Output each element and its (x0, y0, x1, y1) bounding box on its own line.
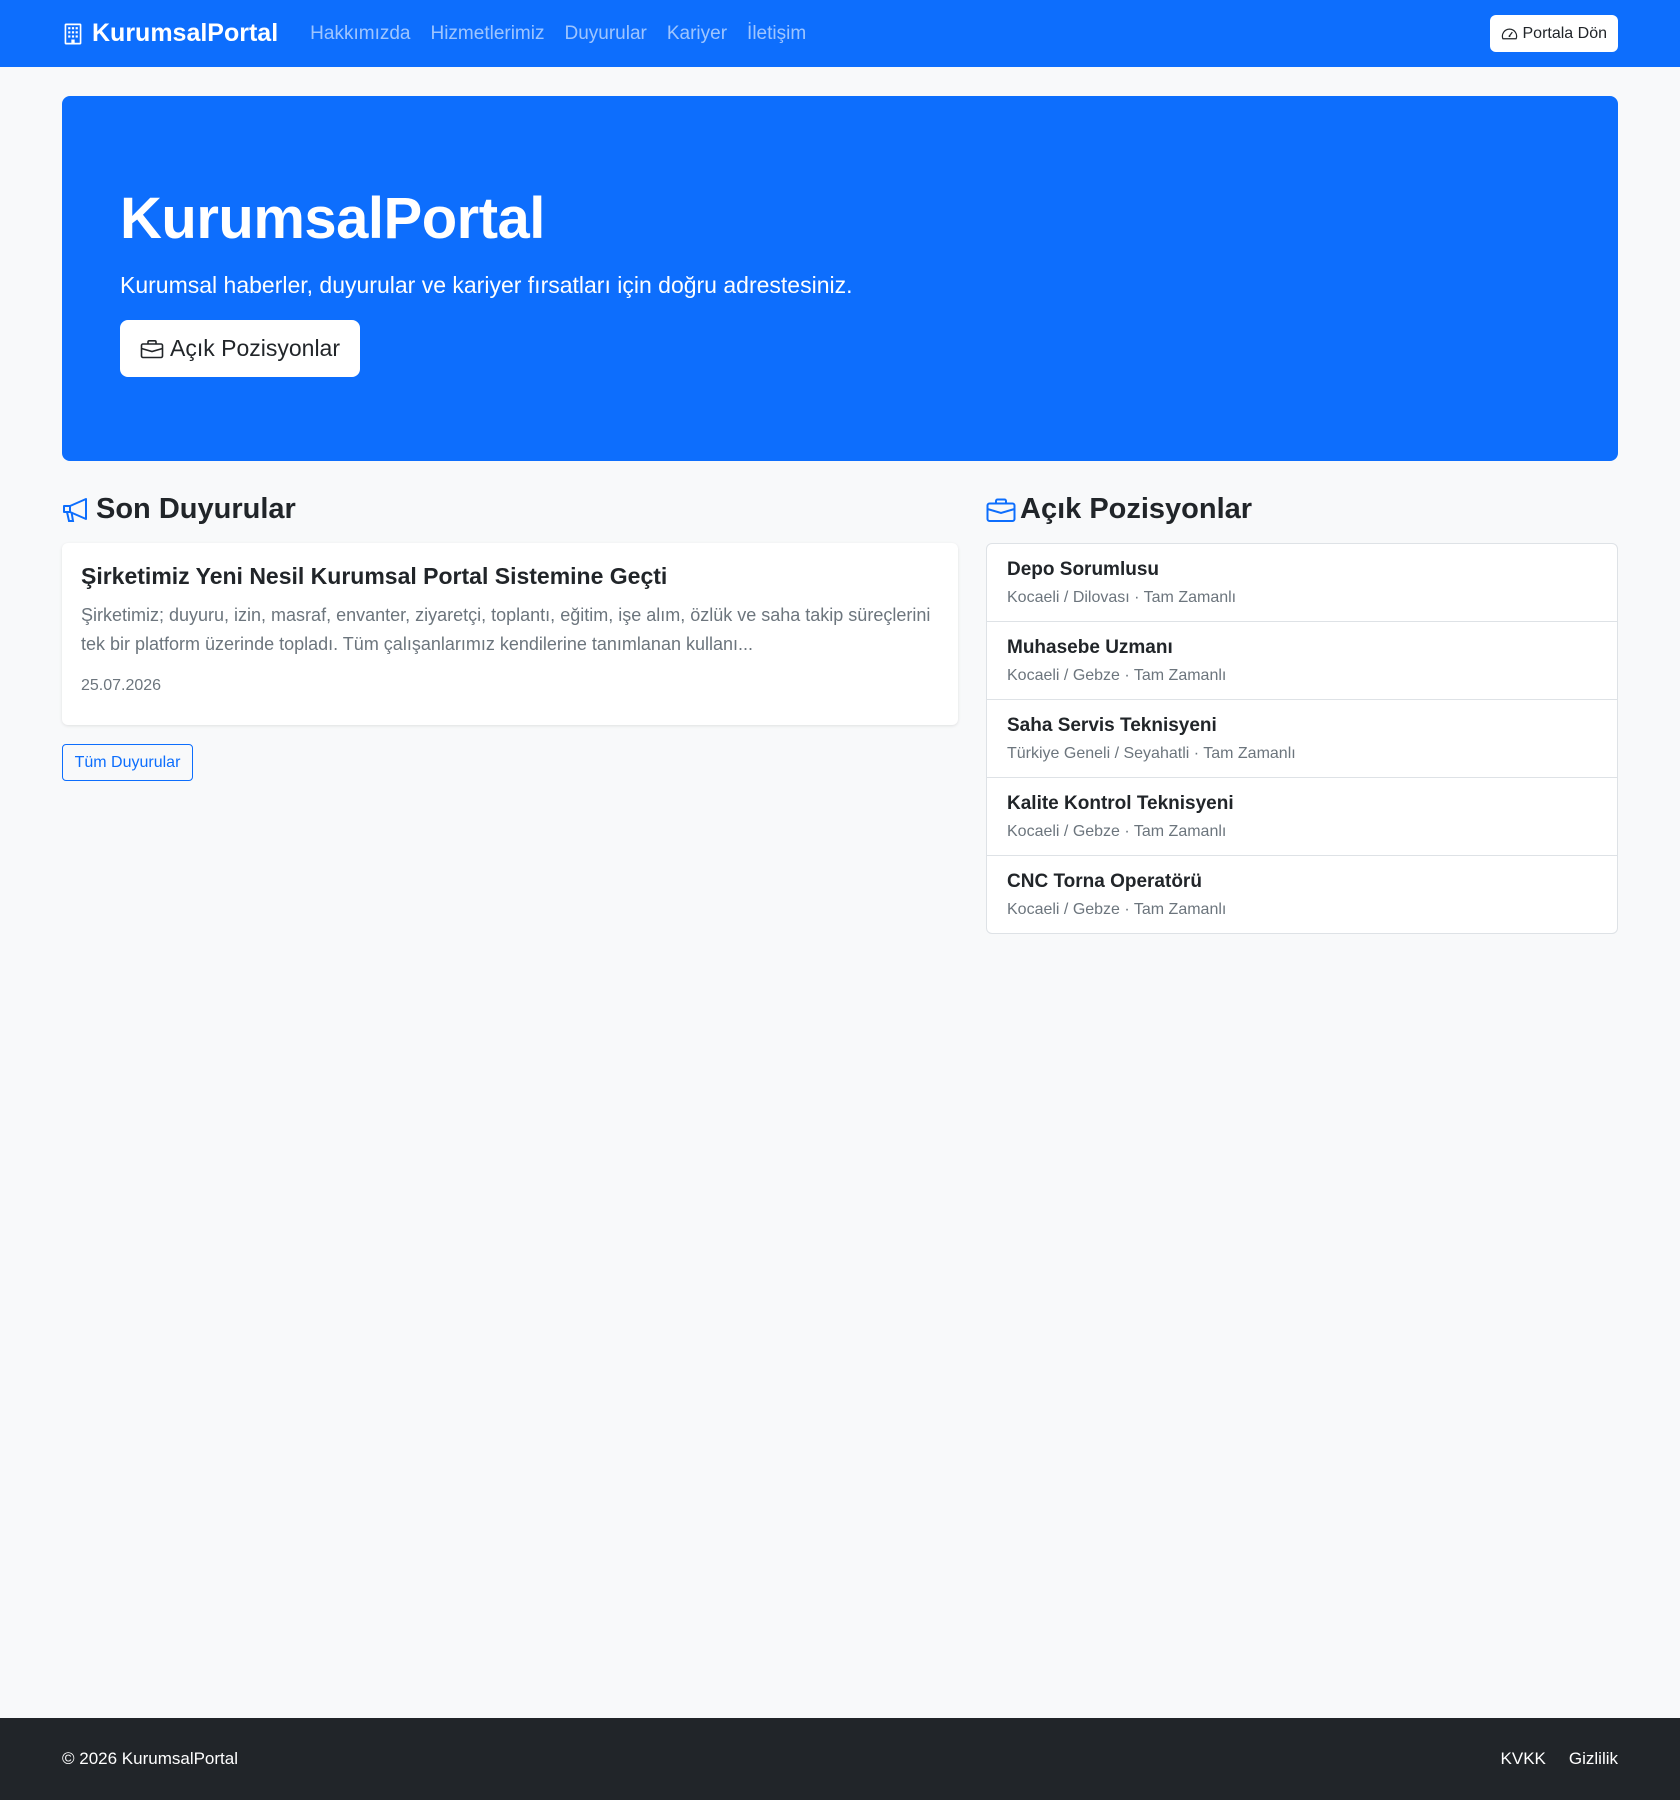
position-meta: Türkiye Geneli / Seyahatli · Tam Zamanlı (1007, 745, 1296, 762)
positions-heading-text: Açık Pozisyonlar (1020, 493, 1253, 525)
nav-link-kariyer[interactable]: Kariyer (657, 23, 737, 45)
announcements-heading: Son Duyurular (62, 493, 296, 526)
speedometer-icon (1501, 28, 1517, 39)
nav-link-iletisim[interactable]: İletişim (737, 23, 816, 45)
building-icon (64, 23, 82, 44)
briefcase-icon (140, 339, 164, 358)
position-meta: Kocaeli / Gebze · Tam Zamanlı (1007, 667, 1227, 684)
hero-banner: KurumsalPortal Kurumsal haberler, duyuru… (62, 96, 1618, 461)
announcement-card[interactable]: Şirketimiz Yeni Nesil Kurumsal Portal Si… (62, 543, 958, 725)
footer-link-kvkk[interactable]: KVKK (1501, 1749, 1546, 1769)
open-positions-label: Açık Pozisyonlar (170, 335, 341, 361)
page-footer: © 2026 KurumsalPortal KVKK Gizlilik (0, 1718, 1680, 1800)
hero-subtitle: Kurumsal haberler, duyurular ve kariyer … (120, 272, 853, 298)
brand-name: KurumsalPortal (92, 19, 279, 47)
position-item[interactable]: Kalite Kontrol Teknisyeni Kocaeli / Gebz… (987, 778, 1617, 856)
position-title: Depo Sorumlusu (1007, 559, 1160, 580)
position-title: Saha Servis Teknisyeni (1007, 715, 1217, 736)
position-meta: Kocaeli / Gebze · Tam Zamanlı (1007, 823, 1227, 840)
brand-link[interactable]: KurumsalPortal (62, 19, 278, 48)
announcements-heading-text: Son Duyurular (96, 493, 296, 525)
nav-links: Hakkımızda Hizmetlerimiz Duyurular Kariy… (300, 23, 816, 45)
portal-return-label: Portala Dön (1522, 24, 1608, 42)
position-title: CNC Torna Operatörü (1007, 871, 1202, 892)
top-navbar: KurumsalPortal Hakkımızda Hizmetlerimiz … (0, 0, 1680, 67)
positions-heading: Açık Pozisyonlar (986, 493, 1252, 526)
all-announcements-button[interactable]: Tüm Duyurular (62, 744, 193, 781)
megaphone-icon (63, 497, 87, 522)
position-item[interactable]: Saha Servis Teknisyeni Türkiye Geneli / … (987, 700, 1617, 778)
position-title: Kalite Kontrol Teknisyeni (1007, 793, 1234, 814)
portal-return-button[interactable]: Portala Dön (1489, 15, 1618, 52)
nav-link-hakkimizda[interactable]: Hakkımızda (300, 23, 420, 45)
position-meta: Kocaeli / Dilovası · Tam Zamanlı (1007, 589, 1237, 606)
nav-link-hizmetlerimiz[interactable]: Hizmetlerimiz (420, 23, 554, 45)
position-meta: Kocaeli / Gebze · Tam Zamanlı (1007, 901, 1227, 918)
position-item[interactable]: Muhasebe Uzmanı Kocaeli / Gebze · Tam Za… (987, 622, 1617, 700)
announcement-excerpt: Şirketimiz; duyuru, izin, masraf, envant… (81, 605, 931, 654)
announcement-date: 25.07.2026 (81, 677, 162, 694)
announcement-title[interactable]: Şirketimiz Yeni Nesil Kurumsal Portal Si… (81, 561, 939, 591)
position-item[interactable]: Depo Sorumlusu Kocaeli / Dilovası · Tam … (987, 544, 1617, 622)
footer-copyright: © 2026 KurumsalPortal (62, 1749, 239, 1768)
briefcase-icon (986, 498, 1016, 522)
open-positions-button[interactable]: Açık Pozisyonlar (120, 320, 361, 377)
position-title: Muhasebe Uzmanı (1007, 637, 1173, 658)
footer-link-gizlilik[interactable]: Gizlilik (1569, 1749, 1618, 1769)
position-item[interactable]: CNC Torna Operatörü Kocaeli / Gebze · Ta… (987, 856, 1617, 933)
hero-title: KurumsalPortal (120, 186, 545, 251)
nav-link-duyurular[interactable]: Duyurular (554, 23, 656, 45)
positions-list: Depo Sorumlusu Kocaeli / Dilovası · Tam … (986, 543, 1618, 934)
